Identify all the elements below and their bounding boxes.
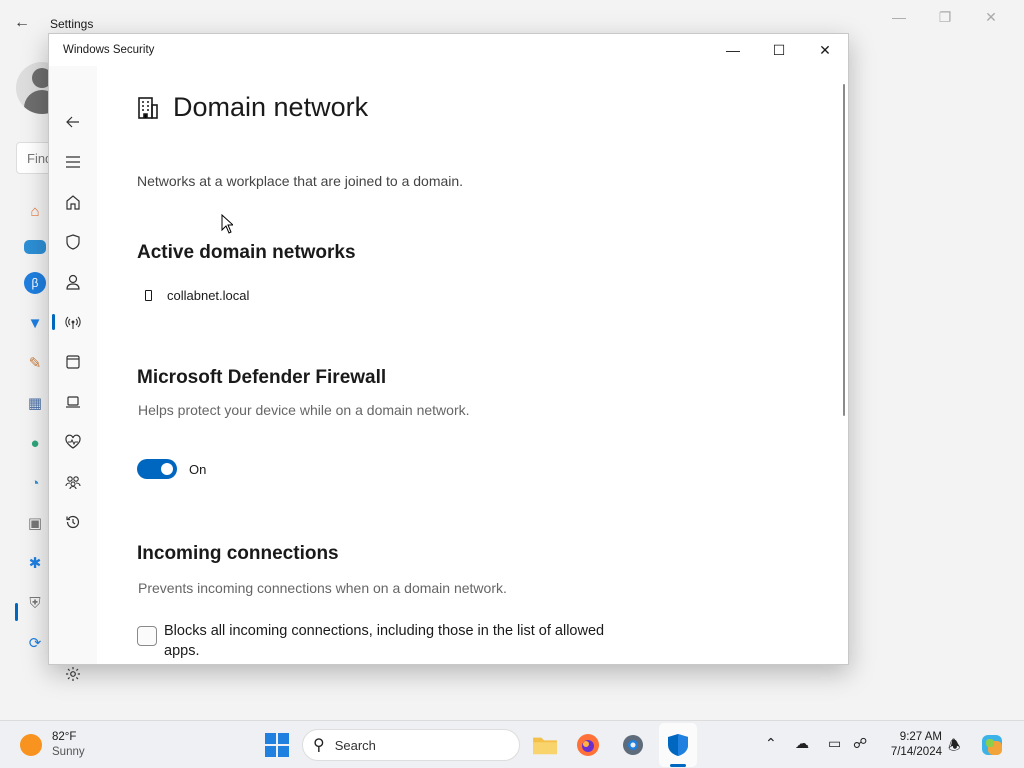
cloud-offline-icon[interactable]: ☁ (795, 735, 809, 752)
privacy-security-icon[interactable]: ⛨ (24, 592, 46, 614)
network-icon[interactable]: ☍ (853, 735, 867, 752)
title-bar[interactable]: Windows Security — ☐ ✕ (49, 34, 848, 66)
page-title: Domain network (173, 92, 369, 122)
heart-pulse-icon[interactable] (53, 424, 93, 460)
app-browser-control-icon[interactable] (53, 344, 93, 380)
maximize-button[interactable]: ☐ (756, 34, 802, 66)
firewall-toggle[interactable] (137, 459, 177, 479)
building-icon (138, 96, 158, 119)
history-icon[interactable] (53, 504, 93, 540)
settings-selected-indicator (15, 603, 18, 621)
page-header: Domain network (137, 92, 368, 123)
wireless-antenna-icon[interactable] (53, 304, 93, 340)
block-incoming-label[interactable]: Blocks all incoming connections, includi… (164, 621, 637, 661)
bell-icon[interactable]: 🕭 (948, 735, 961, 759)
settings-nav-icons: ⌂ β ▼ ✎ ▦ ● ◔ ▣ ✱ ⛨ ⟳ (24, 200, 48, 672)
wifi-icon[interactable]: ▼ (24, 312, 46, 334)
time-language-icon[interactable]: ◔ (24, 472, 46, 494)
settings-title: Settings (50, 17, 94, 31)
windows-security-window: Windows Security — ☐ ✕ Domain network Ne… (48, 33, 849, 681)
family-icon[interactable] (53, 464, 93, 500)
window-controls: — ☐ ✕ (710, 34, 848, 66)
block-incoming-checkbox-row: Blocks all incoming connections, includi… (137, 621, 637, 661)
accounts-icon[interactable]: ● (24, 432, 46, 454)
device-icon (145, 290, 152, 301)
copilot-icon[interactable] (978, 731, 1006, 759)
minimize-button[interactable]: — (710, 34, 756, 66)
windows-update-icon[interactable]: ⟳ (24, 632, 46, 654)
windows-start-icon[interactable] (265, 733, 289, 757)
page-subtitle: Networks at a workplace that are joined … (137, 173, 464, 189)
chevron-up-icon[interactable]: ⌃ (765, 735, 777, 752)
search-icon: ⚲ (313, 737, 325, 754)
window-title: Windows Security (63, 44, 155, 56)
firefox-icon[interactable] (574, 731, 602, 759)
vertical-scrollbar[interactable] (843, 84, 845, 416)
minimize-icon[interactable]: — (876, 6, 922, 28)
gaming-icon[interactable]: ▣ (24, 512, 46, 534)
settings-window-controls: — ❐ ✕ (876, 6, 1014, 28)
network-list-item: collabnet.local (145, 288, 249, 303)
main-content: Domain network Networks at a workplace t… (137, 66, 837, 664)
active-app-indicator (670, 764, 686, 767)
personalization-icon[interactable]: ✎ (24, 352, 46, 374)
taskbar-search[interactable]: ⚲ Search (302, 729, 520, 761)
bluetooth-icon[interactable]: β (24, 272, 46, 294)
weather-widget[interactable]: 82°F Sunny (20, 730, 85, 760)
search-label: Search (334, 737, 376, 753)
weather-condition: Sunny (52, 746, 85, 758)
incoming-connections-heading: Incoming connections (137, 543, 339, 564)
restore-icon[interactable]: ❐ (922, 6, 968, 28)
firewall-toggle-row: On (137, 459, 206, 479)
back-arrow-icon[interactable] (53, 104, 93, 140)
sun-icon (20, 734, 42, 756)
home-icon[interactable] (53, 184, 93, 220)
accessibility-icon[interactable]: ✱ (24, 552, 46, 574)
firewall-description: Helps protect your device while on a dom… (138, 402, 470, 418)
hamburger-menu-icon[interactable] (53, 144, 93, 180)
back-arrow-icon[interactable]: ← (14, 14, 30, 32)
block-incoming-checkbox[interactable] (137, 626, 157, 646)
shield-icon[interactable] (53, 224, 93, 260)
network-name: collabnet.local (167, 288, 250, 303)
system-clock[interactable]: 9:27 AM 7/14/2024 (880, 730, 942, 760)
weather-temperature: 82°F (52, 731, 77, 743)
taskbar: 82°F Sunny ⚲ Search ⌃ ☁ ▭ ☍ 9:27 AM 7/14… (0, 720, 1024, 768)
system-icon[interactable] (24, 240, 46, 254)
mouse-cursor-icon (221, 214, 233, 234)
gear-icon[interactable] (53, 656, 93, 692)
clock-date: 7/14/2024 (890, 746, 942, 758)
close-button[interactable]: ✕ (802, 34, 848, 66)
account-protection-icon[interactable] (53, 264, 93, 300)
file-explorer-icon[interactable] (531, 731, 559, 759)
security-nav (49, 66, 97, 681)
toggle-state-label: On (189, 461, 207, 477)
incoming-description: Prevents incoming connections when on a … (138, 580, 507, 596)
laptop-icon[interactable] (53, 384, 93, 420)
settings-app-icon[interactable] (619, 731, 647, 759)
home-icon[interactable]: ⌂ (24, 200, 46, 222)
windows-security-app-icon[interactable] (664, 731, 692, 759)
active-networks-heading: Active domain networks (137, 242, 356, 263)
clock-time: 9:27 AM (899, 731, 942, 743)
firewall-heading: Microsoft Defender Firewall (137, 367, 387, 388)
close-icon[interactable]: ✕ (968, 6, 1014, 28)
apps-icon[interactable]: ▦ (24, 392, 46, 414)
display-icon[interactable]: ▭ (828, 735, 841, 752)
